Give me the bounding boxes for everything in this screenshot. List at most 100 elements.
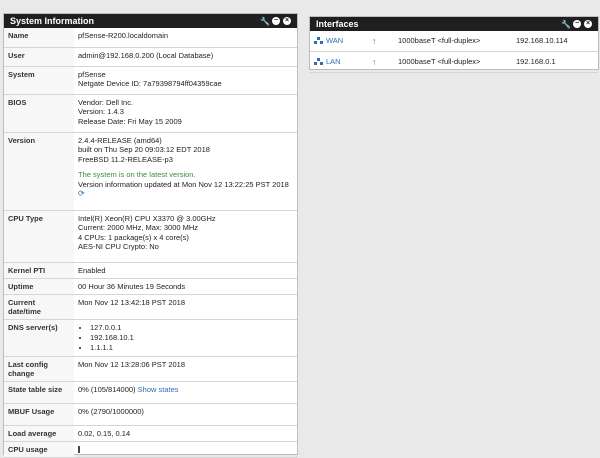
interface-media: 1000baseT <full-duplex>	[394, 51, 512, 73]
table-row: MBUF Usage 0% (2790/1000000)	[4, 403, 297, 426]
table-row: DNS server(s) 127.0.0.1 192.168.10.1 1.1…	[4, 319, 297, 357]
panel-title: System Information	[10, 16, 95, 26]
list-item: 127.0.0.1	[90, 323, 293, 333]
row-label: DNS server(s)	[4, 319, 74, 357]
row-label: Uptime	[4, 278, 74, 295]
kernel-pti-value: Enabled	[74, 262, 297, 279]
list-item: 1.1.1.1	[90, 343, 293, 353]
show-states-link[interactable]: Show states	[138, 385, 179, 394]
interface-ip: 192.168.0.1	[512, 51, 598, 73]
version-release: 2.4.4-RELEASE (amd64)	[78, 135, 162, 145]
row-label: Name	[4, 28, 74, 48]
cpu-frequency: Current: 2000 MHz, Max: 3000 MHz	[78, 223, 199, 232]
interface-cell: LAN	[310, 51, 368, 73]
row-label: CPU Type	[4, 210, 74, 263]
interface-cell: WAN	[310, 31, 368, 52]
table-row: LAN ↑ 1000baseT <full-duplex> 192.168.0.…	[310, 51, 598, 73]
status-cell: ↑	[368, 31, 394, 52]
interfaces-table: WAN ↑ 1000baseT <full-duplex> 192.168.10…	[310, 31, 598, 73]
hostname-value: pfSense-R200.localdomain	[74, 28, 297, 48]
version-updated: Version information updated at Mon Nov 1…	[78, 179, 289, 189]
bios-value: Vendor: Dell Inc. Version: 1.4.3 Release…	[74, 94, 297, 133]
table-row: Last config change Mon Nov 12 13:28:06 P…	[4, 356, 297, 382]
cpu-cores: 4 CPUs: 1 package(s) x 4 core(s)	[78, 232, 189, 242]
load-average-value: 0.02, 0.15, 0.14	[74, 425, 297, 442]
table-row: CPU usage	[4, 441, 297, 458]
table-row: User admin@192.168.0.200 (Local Database…	[4, 47, 297, 67]
panel-controls: 🔧 − ×	[561, 20, 592, 29]
device-id: Netgate Device ID: 7a79398794ff04359cae	[78, 79, 222, 88]
network-icon	[314, 58, 323, 65]
bios-vendor: Vendor: Dell Inc.	[78, 97, 134, 107]
table-row: Version 2.4.4-RELEASE (amd64) built on T…	[4, 132, 297, 211]
version-build: built on Thu Sep 20 09:03:12 EDT 2018	[78, 145, 210, 154]
row-label: User	[4, 47, 74, 67]
system-information-panel: System Information 🔧 − × Name pfSense-R2…	[3, 13, 298, 458]
table-row: WAN ↑ 1000baseT <full-duplex> 192.168.10…	[310, 31, 598, 52]
minimize-icon[interactable]: −	[272, 17, 280, 25]
interface-name: LAN	[326, 57, 341, 66]
mbuf-value: 0% (2790/1000000)	[74, 403, 297, 426]
state-table-value: 0% (105/814000) Show states	[74, 381, 297, 404]
table-row: BIOS Vendor: Dell Inc. Version: 1.4.3 Re…	[4, 94, 297, 133]
row-label: System	[4, 66, 74, 95]
version-freebsd: FreeBSD 11.2-RELEASE-p3	[78, 154, 173, 164]
cpu-value: Intel(R) Xeon(R) CPU X3370 @ 3.00GHz Cur…	[74, 210, 297, 263]
table-row: System pfSense Netgate Device ID: 7a7939…	[4, 66, 297, 95]
status-cell: ↑	[368, 51, 394, 73]
row-label: Current date/time	[4, 294, 74, 320]
interface-media: 1000baseT <full-duplex>	[394, 31, 512, 52]
row-label: Kernel PTI	[4, 262, 74, 279]
row-label: Load average	[4, 425, 74, 442]
row-label: MBUF Usage	[4, 403, 74, 426]
cpu-crypto: AES-NI CPU Crypto: No	[78, 242, 159, 251]
interface-ip: 192.168.10.114	[512, 31, 598, 52]
table-row: Uptime 00 Hour 36 Minutes 19 Seconds	[4, 278, 297, 295]
table-row: State table size 0% (105/814000) Show st…	[4, 381, 297, 404]
close-icon[interactable]: ×	[283, 17, 291, 25]
cpu-usage-bar	[74, 441, 297, 458]
last-config-value: Mon Nov 12 13:28:06 PST 2018	[74, 356, 297, 382]
network-icon	[314, 37, 323, 44]
panel-controls: 🔧 − ×	[260, 17, 291, 26]
row-label: CPU usage	[4, 441, 74, 458]
table-row: Current date/time Mon Nov 12 13:42:18 PS…	[4, 294, 297, 320]
table-row: Load average 0.02, 0.15, 0.14	[4, 425, 297, 442]
wrench-icon[interactable]: 🔧	[561, 20, 571, 29]
state-table-usage: 0% (105/814000)	[78, 384, 136, 394]
interface-link-lan[interactable]: LAN	[314, 57, 364, 66]
list-item: 192.168.10.1	[90, 333, 293, 343]
interfaces-header: Interfaces 🔧 − ×	[310, 17, 598, 31]
close-icon[interactable]: ×	[584, 20, 592, 28]
bios-release: Release Date: Fri May 15 2009	[78, 116, 182, 126]
interface-link-wan[interactable]: WAN	[314, 36, 364, 45]
datetime-value: Mon Nov 12 13:42:18 PST 2018	[74, 294, 297, 320]
bios-version: Version: 1.4.3	[78, 107, 124, 116]
uptime-value: 00 Hour 36 Minutes 19 Seconds	[74, 278, 297, 295]
table-row: CPU Type Intel(R) Xeon(R) CPU X3370 @ 3.…	[4, 210, 297, 263]
dns-list: 127.0.0.1 192.168.10.1 1.1.1.1	[78, 323, 293, 353]
update-status: The system is on the latest version.	[78, 170, 196, 179]
table-row: Name pfSense-R200.localdomain	[4, 28, 297, 48]
up-arrow-icon: ↑	[372, 36, 377, 46]
interfaces-panel: Interfaces 🔧 − × WAN ↑ 1000baseT <full-d…	[309, 16, 599, 73]
system-information-header: System Information 🔧 − ×	[4, 14, 297, 28]
up-arrow-icon: ↑	[372, 57, 377, 67]
cpu-model: Intel(R) Xeon(R) CPU X3370 @ 3.00GHz	[78, 213, 216, 223]
panel-title: Interfaces	[316, 19, 359, 29]
dns-value: 127.0.0.1 192.168.10.1 1.1.1.1	[74, 319, 297, 357]
wrench-icon[interactable]: 🔧	[260, 17, 270, 26]
row-label: State table size	[4, 381, 74, 404]
refresh-icon[interactable]: ⟳	[78, 189, 293, 199]
user-value: admin@192.168.0.200 (Local Database)	[74, 47, 297, 67]
system-platform: pfSense	[78, 69, 106, 79]
row-label: BIOS	[4, 94, 74, 133]
interface-name: WAN	[326, 36, 344, 45]
table-row: Kernel PTI Enabled	[4, 262, 297, 279]
system-info-table: Name pfSense-R200.localdomain User admin…	[4, 28, 297, 458]
version-value: 2.4.4-RELEASE (amd64) built on Thu Sep 2…	[74, 132, 297, 211]
row-label: Last config change	[4, 356, 74, 382]
row-label: Version	[4, 132, 74, 211]
system-value: pfSense Netgate Device ID: 7a79398794ff0…	[74, 66, 297, 95]
minimize-icon[interactable]: −	[573, 20, 581, 28]
